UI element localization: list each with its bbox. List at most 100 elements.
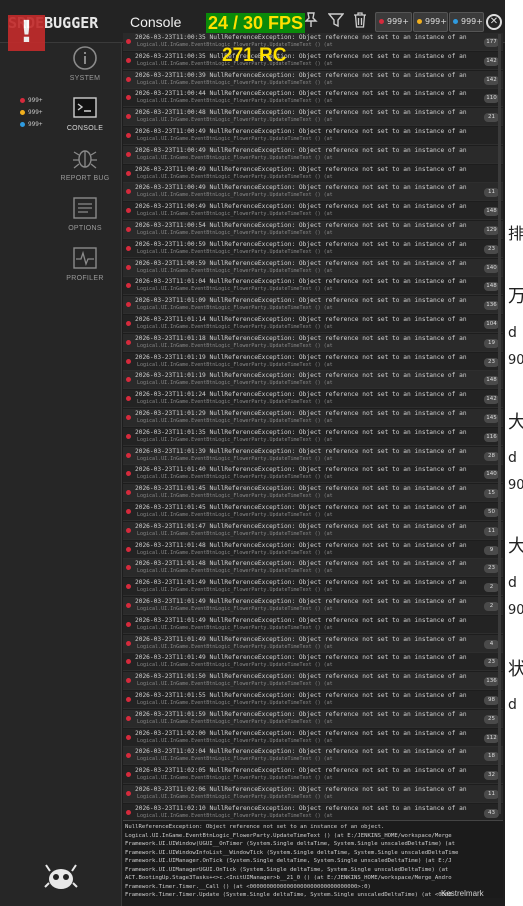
log-entry[interactable]: 2026-03-23T11:00:35 NullReferenceExcepti…: [123, 33, 503, 51]
log-entry[interactable]: 2026-03-23T11:02:06 NullReferenceExcepti…: [123, 785, 503, 803]
log-entry[interactable]: 2026-03-23T11:01:47 NullReferenceExcepti…: [123, 521, 503, 540]
pin-icon[interactable]: [304, 12, 318, 32]
log-entry[interactable]: 2026-03-23T11:00:49 NullReferenceExcepti…: [123, 183, 503, 202]
log-entry-count-badge: 23: [484, 564, 499, 574]
options-icon: [72, 195, 98, 221]
sidebar-item-options[interactable]: OPTIONS: [55, 195, 115, 232]
log-entry-message: 2026-03-23T11:00:44 NullReferenceExcepti…: [135, 90, 467, 98]
log-entry[interactable]: 2026-03-23T11:01:50 NullReferenceExcepti…: [123, 672, 503, 691]
log-entry[interactable]: 2026-03-23T11:01:49 NullReferenceExcepti…: [123, 578, 503, 597]
log-entry[interactable]: 2026-03-23T11:01:19 NullReferenceExcepti…: [123, 352, 503, 371]
log-entry[interactable]: 2026-03-23T11:01:40 NullReferenceExcepti…: [123, 465, 503, 484]
log-entry-source: Logical.UI.InGame.EventBtnLogic_FlowerPa…: [137, 248, 333, 255]
error-dot-icon: [126, 753, 131, 759]
log-entry-message: 2026-03-23T11:01:50 NullReferenceExcepti…: [135, 673, 467, 681]
log-entry[interactable]: 2026-03-23T11:02:04 NullReferenceExcepti…: [123, 747, 503, 766]
log-entry[interactable]: 2026-03-23T11:00:39 NullReferenceExcepti…: [123, 70, 503, 89]
log-entry[interactable]: 2026-03-23T11:00:49 NullReferenceExcepti…: [123, 164, 503, 183]
log-entry[interactable]: 2026-03-23T11:01:48 NullReferenceExcepti…: [123, 540, 503, 559]
log-entry[interactable]: 2026-03-23T11:02:05 NullReferenceExcepti…: [123, 766, 503, 785]
log-entry[interactable]: 2026-03-23T11:00:59 NullReferenceExcepti…: [123, 258, 503, 277]
error-dot-icon: [126, 95, 131, 101]
log-entry-count-badge: 23: [484, 658, 499, 668]
log-entry[interactable]: 2026-03-23T11:01:45 NullReferenceExcepti…: [123, 484, 503, 503]
filter-warning-button[interactable]: 999+: [413, 12, 448, 32]
error-dot-icon: [126, 114, 131, 120]
log-entry-count-badge: 98: [484, 696, 499, 705]
log-entry-source: Logical.UI.InGame.EventBtnLogic_FlowerPa…: [137, 361, 333, 368]
console-log-list[interactable]: 2026-03-23T11:00:35 NullReferenceExcepti…: [123, 33, 503, 820]
log-entry[interactable]: 2026-03-23T11:00:59 NullReferenceExcepti…: [123, 239, 503, 258]
log-entry-message: 2026-03-23T11:00:48 NullReferenceExcepti…: [135, 109, 467, 117]
log-entry[interactable]: 2026-03-23T11:01:55 NullReferenceExcepti…: [123, 691, 503, 709]
log-entry-count-badge: 148: [484, 207, 499, 217]
error-dot-icon: [126, 227, 131, 232]
log-entry[interactable]: 2026-03-23T11:01:49 NullReferenceExcepti…: [123, 653, 503, 672]
log-entry[interactable]: 2026-03-23T11:01:49 NullReferenceExcepti…: [123, 634, 503, 653]
log-entry[interactable]: 2026-03-23T11:02:10 NullReferenceExcepti…: [123, 803, 503, 820]
error-dot-icon: [126, 490, 131, 496]
log-entry[interactable]: 2026-03-23T11:01:19 NullReferenceExcepti…: [123, 371, 503, 390]
log-entry-source: Logical.UI.InGame.EventBtnLogic_FlowerPa…: [137, 98, 333, 105]
error-dot-icon: [126, 621, 131, 627]
error-dot-icon: [126, 584, 131, 590]
log-entry-count-badge: 18: [484, 752, 499, 762]
render-call-counter: 271 RC: [222, 45, 287, 66]
log-entry[interactable]: 2026-03-23T11:01:14 NullReferenceExcepti…: [123, 315, 503, 333]
sidebar-item-profiler[interactable]: PROFILER: [55, 245, 115, 282]
log-entry[interactable]: 2026-03-23T11:00:44 NullReferenceExcepti…: [123, 89, 503, 108]
error-dot-icon: [126, 283, 131, 289]
log-entry[interactable]: 2026-03-23T11:01:39 NullReferenceExcepti…: [123, 446, 503, 465]
log-entry[interactable]: 2026-03-23T11:01:49 NullReferenceExcepti…: [123, 615, 503, 634]
log-entry[interactable]: 2026-03-23T11:01:24 NullReferenceExcepti…: [123, 390, 503, 409]
log-entry[interactable]: 2026-03-23T11:02:00 NullReferenceExcepti…: [123, 728, 503, 747]
error-alert-badge[interactable]: !: [8, 15, 45, 51]
log-entry[interactable]: 2026-03-23T11:01:45 NullReferenceExcepti…: [123, 503, 503, 521]
log-entry[interactable]: 2026-03-23T11:00:49 NullReferenceExcepti…: [123, 127, 503, 145]
log-scrollbar[interactable]: [498, 34, 501, 814]
log-entry[interactable]: 2026-03-23T11:01:29 NullReferenceExcepti…: [123, 409, 503, 427]
log-entry[interactable]: 2026-03-23T11:00:49 NullReferenceExcepti…: [123, 202, 503, 221]
filter-icon[interactable]: [327, 12, 345, 32]
log-entry[interactable]: 2026-03-23T11:01:09 NullReferenceExcepti…: [123, 296, 503, 315]
log-entry-count-badge: 2: [484, 583, 499, 593]
log-entry[interactable]: 2026-03-23T11:00:54 NullReferenceExcepti…: [123, 221, 503, 239]
log-entry-source: Logical.UI.InGame.EventBtnLogic_FlowerPa…: [137, 606, 333, 612]
stack-trace-line: Framework.UI.UIManager.OnTick (System.Si…: [125, 858, 452, 864]
error-dot-icon: [126, 76, 131, 82]
log-count-summary: 999+ 999+ 999+: [20, 95, 42, 131]
log-entry-source: Logical.UI.InGame.EventBtnLogic_FlowerPa…: [137, 79, 333, 86]
sidebar-item-console[interactable]: CONSOLE: [55, 95, 115, 132]
stack-trace-panel[interactable]: NullReferenceException: Object reference…: [123, 820, 503, 898]
log-entry[interactable]: 2026-03-23T11:00:48 NullReferenceExcepti…: [123, 108, 503, 127]
close-icon[interactable]: ✕: [486, 14, 502, 30]
log-entry-count-badge: 28: [484, 451, 499, 461]
sidebar-item-system[interactable]: SYSTEM: [55, 45, 115, 82]
sidebar-item-report-bug[interactable]: REPORT BUG: [55, 145, 115, 182]
log-entry-source: Logical.UI.InGame.EventBtnLogic_FlowerPa…: [137, 700, 333, 706]
error-dot-icon: [126, 603, 131, 608]
log-entry[interactable]: 2026-03-23T11:00:35 NullReferenceExcepti…: [123, 51, 503, 70]
log-entry[interactable]: 2026-03-23T11:00:49 NullReferenceExcepti…: [123, 145, 503, 164]
filter-info-button[interactable]: 999+: [449, 12, 484, 32]
log-entry[interactable]: 2026-03-23T11:01:04 NullReferenceExcepti…: [123, 277, 503, 296]
log-entry-count-badge: 23: [484, 244, 499, 254]
filter-error-button[interactable]: 999+: [375, 12, 412, 32]
info-icon: [72, 45, 98, 71]
log-entry[interactable]: 2026-03-23T11:01:59 NullReferenceExcepti…: [123, 709, 503, 728]
log-entry[interactable]: 2026-03-23T11:01:48 NullReferenceExcepti…: [123, 559, 503, 578]
trash-icon[interactable]: [353, 12, 367, 32]
log-entry-count-badge: 9: [484, 545, 499, 555]
log-entry-source: Logical.UI.InGame.EventBtnLogic_FlowerPa…: [137, 380, 333, 387]
log-entry-message: 2026-03-23T11:00:35 NullReferenceExcepti…: [135, 52, 467, 60]
log-entry-count-badge: 136: [484, 677, 499, 687]
log-entry-source: Logical.UI.InGame.EventBtnLogic_FlowerPa…: [137, 42, 333, 48]
error-dot-icon: [126, 809, 131, 815]
error-dot-icon: [126, 697, 131, 702]
log-entry[interactable]: 2026-03-23T11:01:35 NullReferenceExcepti…: [123, 427, 503, 446]
log-entry[interactable]: 2026-03-23T11:01:18 NullReferenceExcepti…: [123, 333, 503, 352]
log-entry[interactable]: 2026-03-23T11:01:49 NullReferenceExcepti…: [123, 597, 503, 615]
error-dot-icon: [379, 19, 384, 24]
log-entry-source: Logical.UI.InGame.EventBtnLogic_FlowerPa…: [137, 117, 333, 124]
background-text: d: [508, 325, 517, 341]
